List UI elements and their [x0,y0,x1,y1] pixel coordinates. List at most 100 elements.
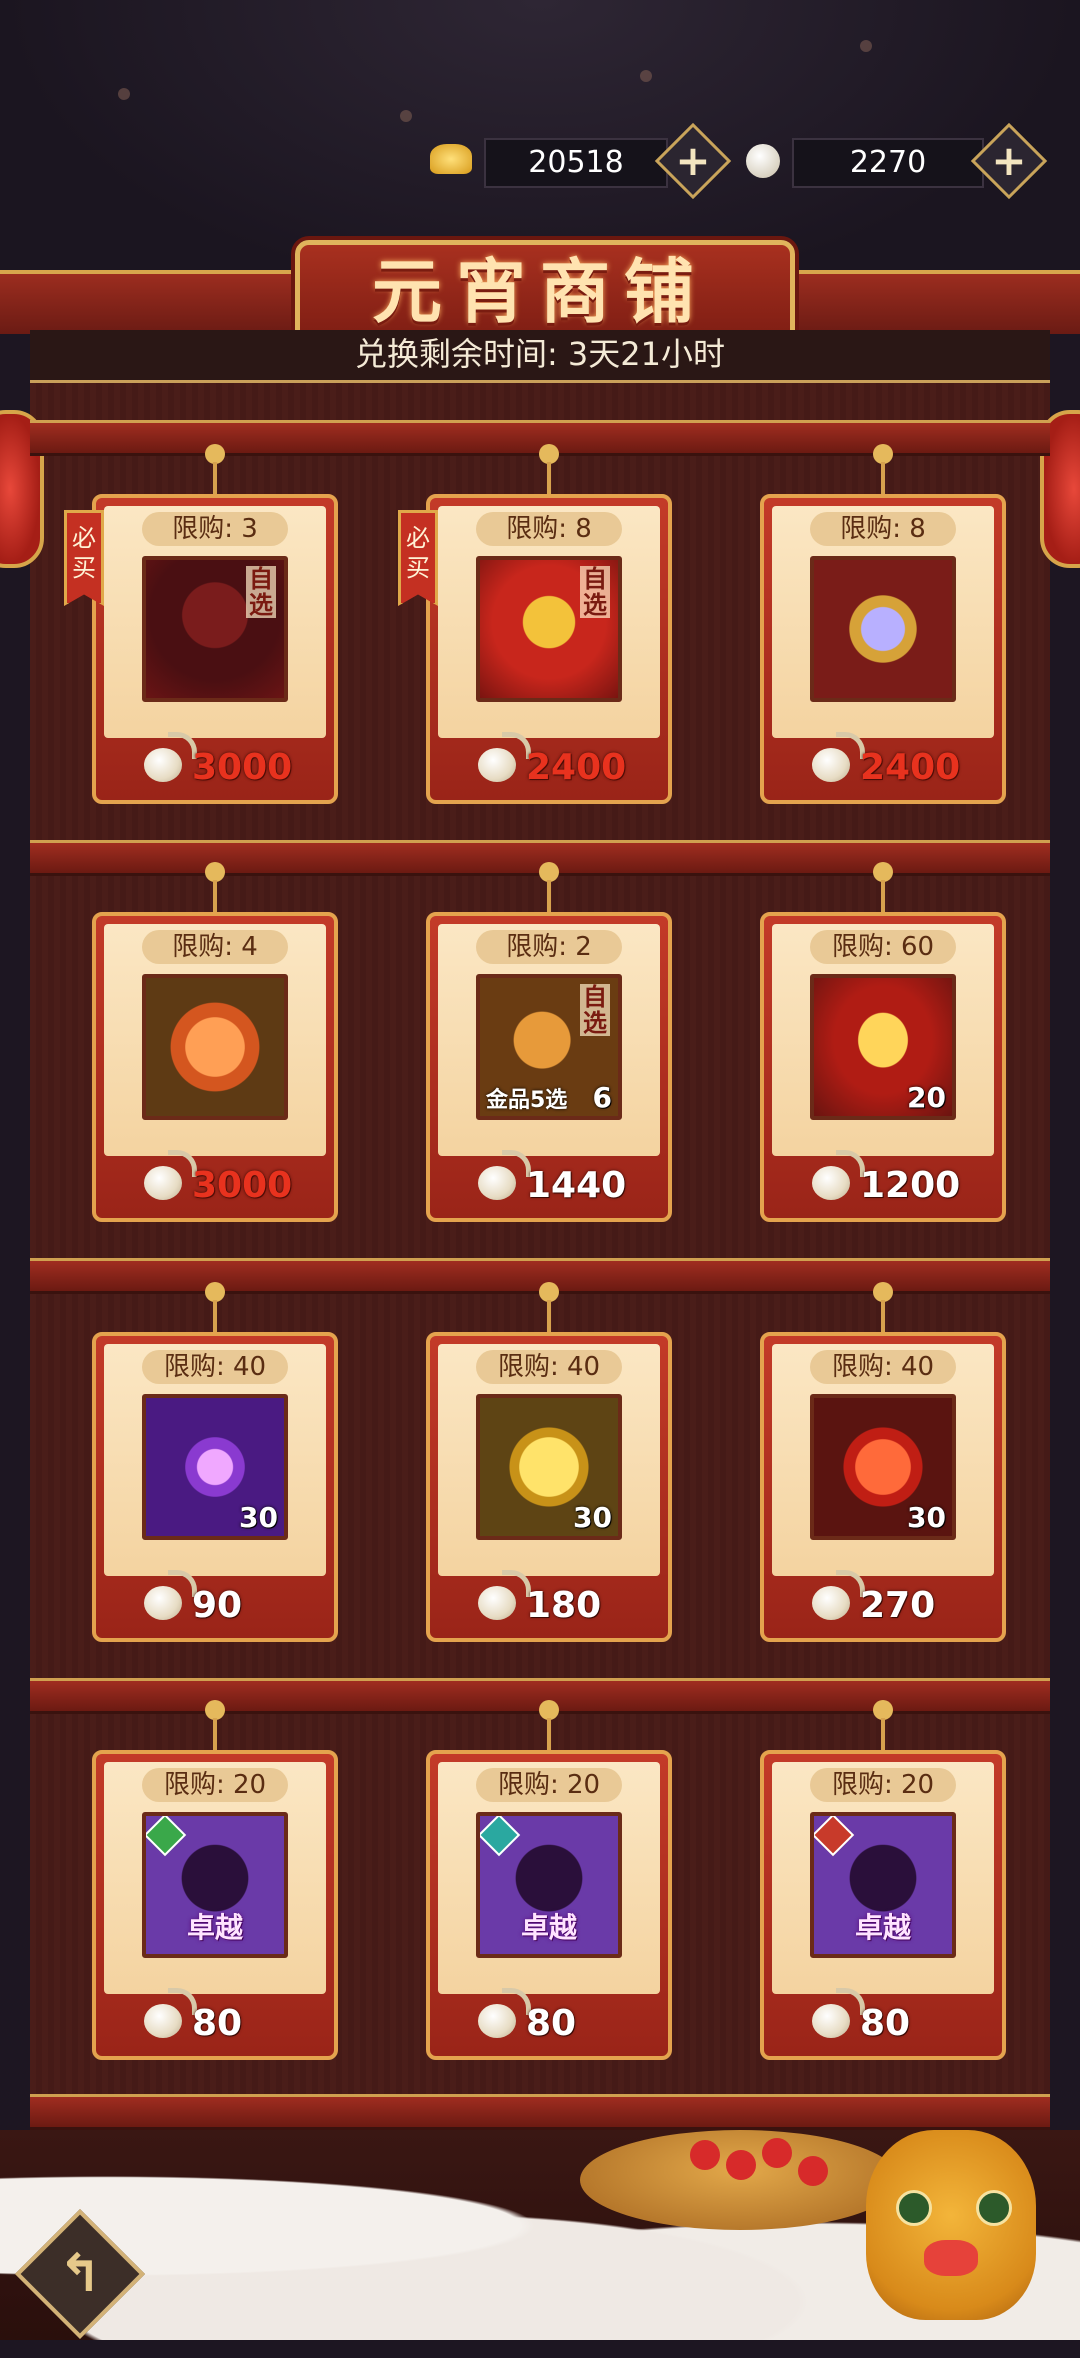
shop-item-card[interactable]: 限购: 8 自选 2400 必买 [398,444,672,804]
item-price: 80 [860,2003,911,2044]
hanging-string [547,880,551,914]
price-row: 90 [92,1570,338,1632]
hanging-hook-icon [205,862,225,882]
excellent-hero-teal-icon[interactable]: 卓越 [476,1812,622,1958]
snow-dot [640,70,652,82]
hanging-hook-icon [873,444,893,464]
item-price: 2400 [860,747,961,788]
hanging-string [881,880,885,914]
excellent-label: 卓越 [186,1911,243,1944]
shop-item-card[interactable]: 限购: 60 20 1200 [760,862,1006,1222]
tangyuan-icon [478,1988,531,2038]
item-price: 180 [526,1585,602,1626]
fire-orb-icon[interactable]: 30 [810,1394,956,1540]
purchase-limit: 限购: 4 [142,930,288,964]
price-row: 80 [92,1988,338,2050]
item-quantity: 30 [907,1501,946,1534]
excellent-label: 卓越 [520,1911,577,1944]
excellent-hero-green-icon[interactable]: 卓越 [142,1812,288,1958]
excellent-hero-red-icon[interactable]: 卓越 [810,1812,956,1958]
gold-coin-icon[interactable]: 30 [476,1394,622,1540]
tangyuan-icon [478,732,531,782]
shop-item-card[interactable]: 限购: 40 30 180 [426,1282,672,1642]
tangyuan-icon [144,1150,197,1200]
hanging-hook-icon [539,1282,559,1302]
hanging-hook-icon [873,862,893,882]
berry-decoration [690,2140,720,2170]
hanging-string [881,1300,885,1334]
item-quantity: 20 [907,1081,946,1114]
shop-item-card[interactable]: 限购: 20 卓越 80 [92,1700,338,2060]
gold-ingot-icon [430,144,472,174]
golden-armor-hero-icon[interactable]: 自选 [476,556,622,702]
gold-weapon-icon[interactable]: 自选金品5选 6 [476,974,622,1120]
treasure-chest-icon[interactable]: 20 [810,974,956,1120]
tangyuan-icon [144,732,197,782]
shop-item-card[interactable]: 限购: 20 卓越 80 [426,1700,672,2060]
tangyuan-icon [144,1988,197,2038]
tiger-eye [896,2190,932,2226]
tangyuan-amount: 2270 [792,138,984,188]
tiger-nose [924,2240,978,2276]
tiger-eye [976,2190,1012,2226]
shop-item-card[interactable]: 限购: 2 自选金品5选 6 1440 [426,862,672,1222]
tangyuan-icon [144,1570,197,1620]
flame-stone-icon[interactable] [142,974,288,1120]
purchase-limit: 限购: 20 [810,1768,956,1802]
shop-item-card[interactable]: 限购: 3 自选 3000 必买 [64,444,338,804]
shop-item-card[interactable]: 限购: 40 30 270 [760,1282,1006,1642]
purchase-limit: 限购: 8 [476,512,622,546]
price-row: 80 [426,1988,672,2050]
item-price: 90 [192,1585,243,1626]
item-price: 270 [860,1585,936,1626]
price-row: 2400 [426,732,672,794]
choose-tag: 自选 [580,566,610,618]
hanging-string [213,1300,217,1334]
choose-tag: 自选 [246,566,276,618]
hanging-string [213,880,217,914]
silhouette-hero-icon[interactable]: 自选 [142,556,288,702]
tangyuan-icon [812,1570,865,1620]
shop-item-card[interactable]: 限购: 40 30 90 [92,1282,338,1642]
gold-pick-label: 金品5选 [486,1088,568,1113]
berry-decoration [726,2150,756,2180]
hanging-string [547,462,551,496]
price-row: 3000 [92,1150,338,1212]
hanging-string [213,462,217,496]
hanging-hook-icon [205,444,225,464]
tangyuan-icon [746,144,780,178]
hanging-string [213,1718,217,1752]
crystal-gem-icon[interactable] [810,556,956,702]
price-row: 180 [426,1570,672,1632]
tangyuan-icon [812,1988,865,2038]
price-row: 270 [760,1570,1006,1632]
tangyuan-icon [478,1570,531,1620]
purchase-limit: 限购: 20 [142,1768,288,1802]
choose-tag: 自选 [580,984,610,1036]
item-price: 1200 [860,1165,961,1206]
item-quantity: 6 [592,1081,612,1114]
snow-dot [860,40,872,52]
shop-item-card[interactable]: 限购: 20 卓越 80 [760,1700,1006,2060]
element-badge-icon [480,1816,521,1857]
plus-icon: + [991,136,1027,185]
exchange-timer: 兑换剩余时间: 3天21小时 [354,335,726,373]
hanging-string [881,1718,885,1752]
purchase-limit: 限购: 40 [476,1350,622,1384]
purple-star-icon[interactable]: 30 [142,1394,288,1540]
berry-decoration [762,2138,792,2168]
shop-item-card[interactable]: 限购: 8 2400 [760,444,1006,804]
snow-dot [400,110,412,122]
item-price: 3000 [192,1165,293,1206]
tangyuan-icon [812,1150,865,1200]
snow-dot [118,88,130,100]
element-badge-icon [146,1816,187,1857]
shop-item-card[interactable]: 限购: 4 3000 [92,862,338,1222]
purchase-limit: 限购: 60 [810,930,956,964]
hanging-hook-icon [873,1282,893,1302]
back-arrow-icon: ↰ [58,2244,102,2304]
purchase-limit: 限购: 40 [142,1350,288,1384]
gold-ingot-amount: 20518 [484,138,668,188]
purchase-limit: 限购: 8 [810,512,956,546]
hanging-string [547,1718,551,1752]
